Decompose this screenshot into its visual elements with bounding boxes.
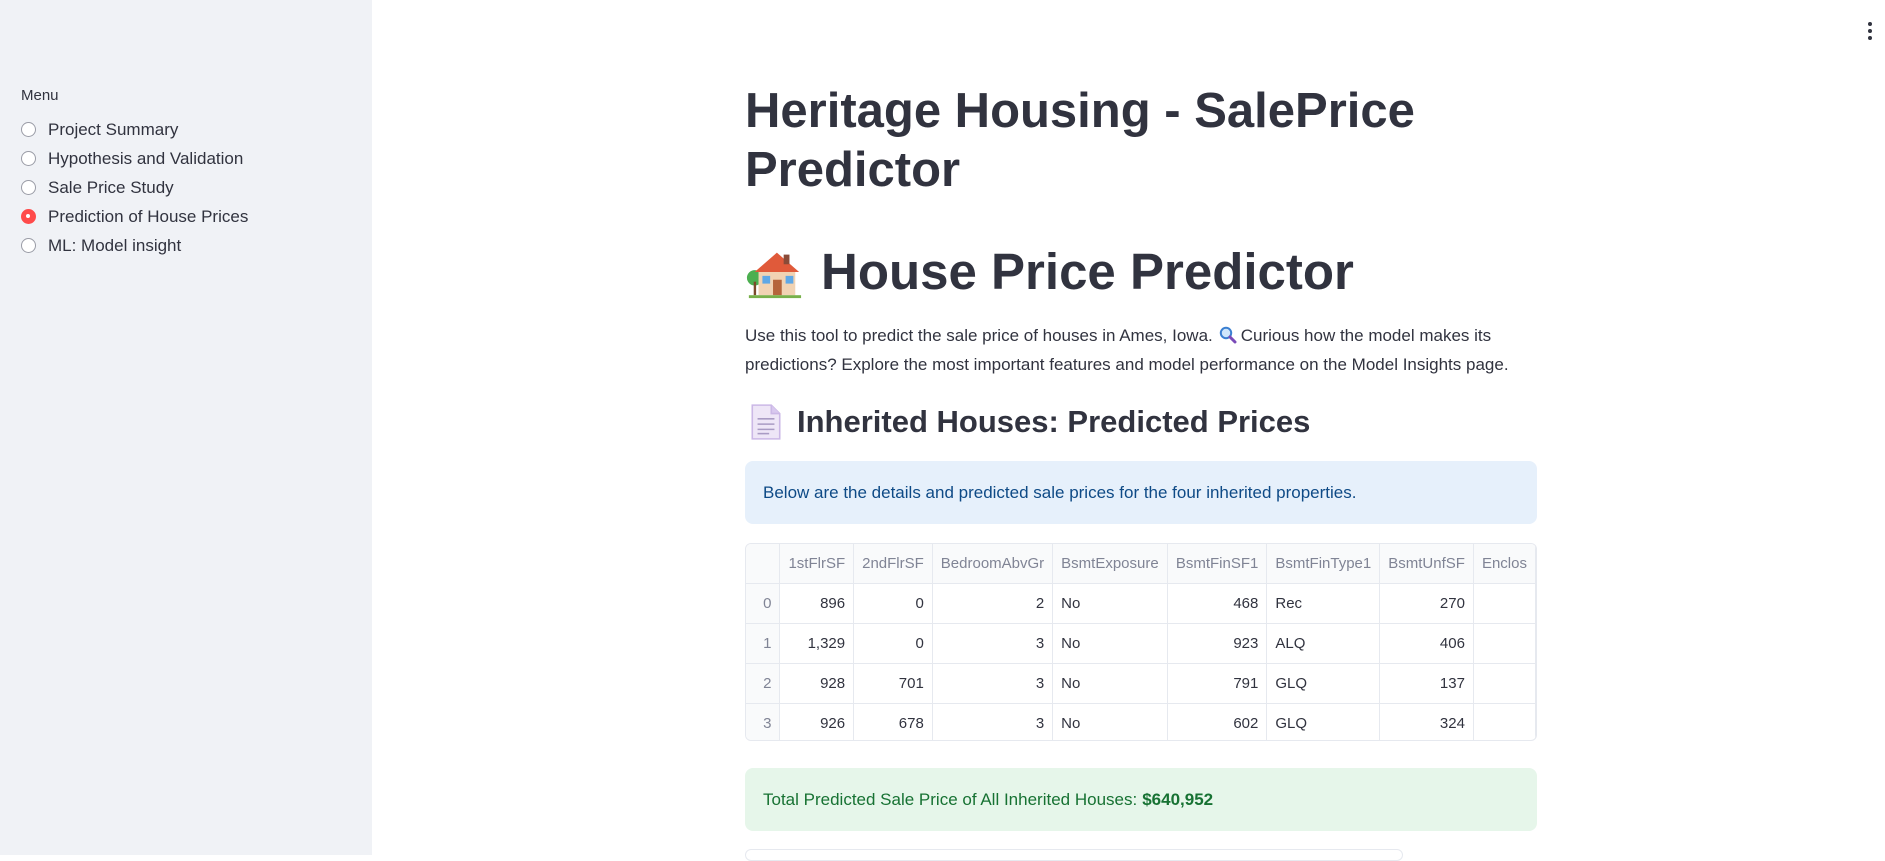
table-cell[interactable]: 2 xyxy=(932,583,1054,624)
menu-item-hypothesis[interactable]: Hypothesis and Validation xyxy=(21,144,248,173)
radio-button[interactable] xyxy=(21,151,36,166)
table-cell[interactable] xyxy=(1473,583,1536,624)
table-cell[interactable]: 701 xyxy=(853,663,933,704)
table-cell[interactable]: GLQ xyxy=(1266,703,1381,740)
second-table-edge xyxy=(745,849,1403,861)
table-cell[interactable]: 3 xyxy=(932,703,1054,740)
table-cell[interactable] xyxy=(1473,623,1536,664)
row-index: 3 xyxy=(746,703,781,740)
menu-item-label: Project Summary xyxy=(48,119,179,139)
table-cell[interactable]: 928 xyxy=(779,663,855,704)
row-index: 2 xyxy=(746,663,781,704)
menu-item-project-summary[interactable]: Project Summary xyxy=(21,115,248,144)
table-row: 3 926 678 3 No 602 GLQ 324 xyxy=(746,703,1536,740)
success-alert: Total Predicted Sale Price of All Inheri… xyxy=(745,768,1537,831)
radio-button[interactable] xyxy=(21,238,36,253)
column-header[interactable]: BsmtFinType1 xyxy=(1266,544,1381,584)
intro-paragraph: Use this tool to predict the sale price … xyxy=(745,321,1537,379)
table-cell[interactable]: Rec xyxy=(1266,583,1381,624)
column-header-index xyxy=(746,544,781,584)
table-cell[interactable]: GLQ xyxy=(1266,663,1381,704)
table-row: 0 896 0 2 No 468 Rec 270 xyxy=(746,583,1536,624)
menu-item-prediction[interactable]: Prediction of House Prices xyxy=(21,202,248,231)
menu-radio-group: Project Summary Hypothesis and Validatio… xyxy=(21,115,248,260)
document-icon xyxy=(751,404,781,440)
table-cell[interactable]: ALQ xyxy=(1266,623,1381,664)
total-label: Total Predicted Sale Price of All Inheri… xyxy=(763,789,1138,809)
info-alert-text: Below are the details and predicted sale… xyxy=(763,482,1357,502)
menu-label: Menu xyxy=(21,87,59,104)
page-title: Heritage Housing - SalePrice Predictor xyxy=(745,84,1415,197)
table-cell[interactable]: 791 xyxy=(1167,663,1268,704)
table-row: 2 928 701 3 No 791 GLQ 137 xyxy=(746,663,1536,704)
subsection-title: Inherited Houses: Predicted Prices xyxy=(797,404,1311,439)
radio-button[interactable] xyxy=(21,122,36,137)
table-cell[interactable] xyxy=(1473,663,1536,704)
column-header[interactable]: Enclos xyxy=(1473,544,1536,584)
table-cell[interactable]: 324 xyxy=(1379,703,1474,740)
inherited-houses-table: 1stFlrSF 2ndFlrSF BedroomAbvGr BsmtExpos… xyxy=(746,544,1536,740)
column-header[interactable]: 1stFlrSF xyxy=(779,544,855,584)
table-cell[interactable]: 137 xyxy=(1379,663,1474,704)
info-alert: Below are the details and predicted sale… xyxy=(745,461,1537,524)
table-cell[interactable]: 602 xyxy=(1167,703,1268,740)
row-index: 0 xyxy=(746,583,781,624)
kebab-menu-icon[interactable] xyxy=(1867,22,1873,40)
table-cell[interactable] xyxy=(1473,703,1536,740)
table-cell[interactable]: No xyxy=(1052,623,1168,664)
table-cell[interactable]: 3 xyxy=(932,663,1054,704)
data-table[interactable]: 1stFlrSF 2ndFlrSF BedroomAbvGr BsmtExpos… xyxy=(745,543,1537,741)
table-row: 1 1,329 0 3 No 923 ALQ 406 xyxy=(746,623,1536,664)
table-cell[interactable]: No xyxy=(1052,583,1168,624)
house-icon xyxy=(746,252,802,298)
column-header[interactable]: BsmtFinSF1 xyxy=(1167,544,1268,584)
menu-item-label: ML: Model insight xyxy=(48,235,182,255)
table-cell[interactable]: 896 xyxy=(779,583,855,624)
table-cell[interactable]: No xyxy=(1052,703,1168,740)
table-cell[interactable]: No xyxy=(1052,663,1168,704)
intro-text-1: Use this tool to predict the sale price … xyxy=(745,326,1213,345)
menu-item-label: Prediction of House Prices xyxy=(48,206,249,226)
table-cell[interactable]: 926 xyxy=(779,703,855,740)
table-cell[interactable]: 923 xyxy=(1167,623,1268,664)
table-cell[interactable]: 3 xyxy=(932,623,1054,664)
total-value: $640,952 xyxy=(1142,789,1214,809)
menu-item-model-insight[interactable]: ML: Model insight xyxy=(21,231,248,260)
table-cell[interactable]: 0 xyxy=(853,623,933,664)
subsection-heading: Inherited Houses: Predicted Prices xyxy=(745,403,1310,441)
sidebar: Menu Project Summary Hypothesis and Vali… xyxy=(0,0,372,855)
column-header[interactable]: 2ndFlrSF xyxy=(853,544,933,584)
menu-item-label: Hypothesis and Validation xyxy=(48,148,244,168)
radio-button-selected[interactable] xyxy=(21,209,36,224)
column-header[interactable]: BsmtUnfSF xyxy=(1379,544,1474,584)
table-cell[interactable]: 270 xyxy=(1379,583,1474,624)
radio-button[interactable] xyxy=(21,180,36,195)
table-cell[interactable]: 1,329 xyxy=(779,623,855,664)
table-header-row: 1stFlrSF 2ndFlrSF BedroomAbvGr BsmtExpos… xyxy=(746,544,1536,584)
column-header[interactable]: BsmtExposure xyxy=(1052,544,1168,584)
magnifier-icon xyxy=(1219,326,1237,344)
table-cell[interactable]: 406 xyxy=(1379,623,1474,664)
page-heading: House Price Predictor xyxy=(821,243,1354,300)
row-index: 1 xyxy=(746,623,781,664)
section-heading: House Price Predictor xyxy=(745,242,1354,301)
table-cell[interactable]: 0 xyxy=(853,583,933,624)
column-header[interactable]: BedroomAbvGr xyxy=(932,544,1054,584)
menu-item-label: Sale Price Study xyxy=(48,177,174,197)
table-cell[interactable]: 678 xyxy=(853,703,933,740)
menu-item-sale-price-study[interactable]: Sale Price Study xyxy=(21,173,248,202)
table-cell[interactable]: 468 xyxy=(1167,583,1268,624)
